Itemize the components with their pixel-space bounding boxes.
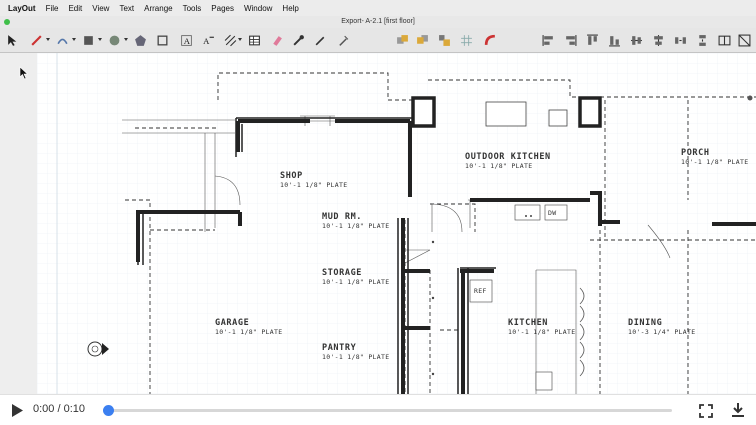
room-plate-height: 10'-1 1/8" PLATE (322, 222, 389, 230)
drawing-canvas[interactable]: DW REF SHOP 10'-1 1/8" PLATE OUTDOOR KIT… (37, 53, 756, 394)
video-player-bar: 0:00 / 0:10 (0, 394, 756, 425)
playback-time: 0:00 / 0:10 (33, 403, 85, 415)
room-plate-height: 10'-1 1/8" PLATE (322, 278, 389, 286)
toolbar: A A (0, 28, 756, 53)
polygon-tool-icon[interactable] (132, 32, 148, 48)
arc-tool-icon[interactable] (54, 32, 70, 48)
send-backward-icon[interactable] (414, 32, 430, 48)
circle-tool-icon[interactable] (106, 32, 122, 48)
room-name: MUD RM. (322, 212, 362, 222)
menu-pages[interactable]: Pages (206, 4, 239, 13)
room-plate-height: 10'-1 1/8" PLATE (508, 328, 575, 336)
room-name: PORCH (681, 148, 710, 158)
download-icon[interactable] (731, 402, 745, 418)
space-vertical-icon[interactable] (694, 32, 710, 48)
progress-handle[interactable] (103, 405, 114, 416)
room-plate-height: 10'-1 1/8" PLATE (465, 162, 532, 170)
shape-tool-icon[interactable] (80, 32, 96, 48)
menu-tools[interactable]: Tools (178, 4, 207, 13)
floor-plan: DW REF SHOP 10'-1 1/8" PLATE OUTDOOR KIT… (37, 53, 756, 394)
dishwasher-label: DW (548, 209, 556, 217)
room-name: STORAGE (322, 268, 362, 278)
snap-icon[interactable] (482, 32, 498, 48)
flip-vertical-icon[interactable] (736, 32, 752, 48)
menu-bar: LayOut File Edit View Text Arrange Tools… (0, 0, 756, 17)
split-tool-icon[interactable] (334, 32, 350, 48)
room-plate-height: 10'-3 1/4" PLATE (628, 328, 695, 336)
window-title: Export- A-2.1 [first floor] (0, 16, 756, 28)
menu-text[interactable]: Text (114, 4, 139, 13)
menu-help[interactable]: Help (277, 4, 303, 13)
text-tool-icon[interactable]: A (178, 32, 194, 48)
progress-track[interactable] (108, 409, 672, 412)
offset-tool-icon[interactable] (154, 32, 170, 48)
bring-forward-icon[interactable] (394, 32, 410, 48)
room-name: PANTRY (322, 343, 357, 353)
grid-icon[interactable] (458, 32, 474, 48)
eyedropper-tool-icon[interactable] (290, 32, 306, 48)
flip-horizontal-icon[interactable] (716, 32, 732, 48)
room-plate-height: 10'-1 1/8" PLATE (322, 353, 389, 361)
group-icon[interactable] (436, 32, 452, 48)
menu-file[interactable]: File (41, 4, 64, 13)
room-name: KITCHEN (508, 318, 548, 328)
align-left-icon[interactable] (540, 32, 556, 48)
menu-view[interactable]: View (87, 4, 114, 13)
align-middle-icon[interactable] (650, 32, 666, 48)
svg-text:A: A (203, 35, 210, 45)
menu-edit[interactable]: Edit (63, 4, 87, 13)
select-tool-icon[interactable] (4, 32, 20, 48)
menu-window[interactable]: Window (239, 4, 277, 13)
align-center-icon[interactable] (628, 32, 644, 48)
eraser-tool-icon[interactable] (268, 32, 284, 48)
fullscreen-icon[interactable] (699, 404, 713, 418)
room-plate-height: 10'-1 1/8" PLATE (280, 181, 347, 189)
play-icon[interactable] (10, 403, 24, 418)
mouse-cursor-icon (19, 66, 29, 80)
room-name: GARAGE (215, 318, 249, 328)
align-right-icon[interactable] (562, 32, 578, 48)
align-bottom-icon[interactable] (606, 32, 622, 48)
refrigerator-label: REF (474, 287, 487, 295)
style-tool-icon[interactable] (312, 32, 328, 48)
room-plate-height: 10'-1 1/8" PLATE (215, 328, 282, 336)
align-top-icon[interactable] (584, 32, 600, 48)
menu-arrange[interactable]: Arrange (139, 4, 177, 13)
room-name: OUTDOOR KITCHEN (465, 152, 551, 162)
table-tool-icon[interactable] (246, 32, 262, 48)
app-menu[interactable]: LayOut (0, 4, 41, 13)
room-name: SHOP (280, 171, 303, 181)
svg-text:A: A (183, 35, 190, 45)
label-tool-icon[interactable]: A (200, 32, 216, 48)
dimension-tool-icon[interactable] (222, 32, 238, 48)
window-zoom-button[interactable] (4, 19, 10, 25)
line-tool-icon[interactable] (28, 32, 44, 48)
left-gutter (0, 53, 38, 394)
space-horizontal-icon[interactable] (672, 32, 688, 48)
room-name: DINING (628, 318, 662, 328)
room-plate-height: 10'-1 1/8" PLATE (681, 158, 748, 166)
